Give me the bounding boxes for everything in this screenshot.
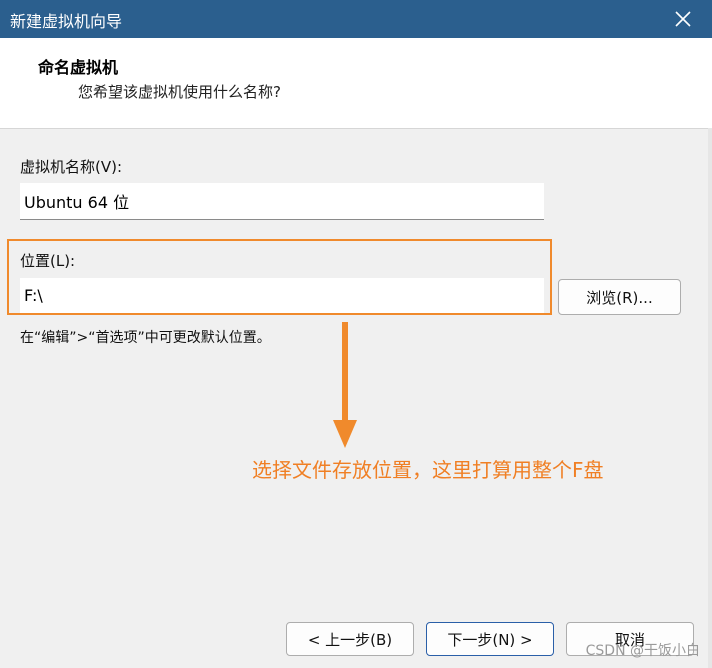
header-subtitle: 您希望该虚拟机使用什么名称?: [78, 83, 281, 101]
location-hint: 在“编辑”>“首选项”中可更改默认位置。: [20, 330, 271, 346]
location-input[interactable]: [20, 278, 544, 314]
close-icon: [675, 11, 691, 27]
close-button[interactable]: [654, 0, 712, 38]
header-title: 命名虚拟机: [38, 58, 119, 77]
wizard-header: 命名虚拟机 您希望该虚拟机使用什么名称?: [0, 38, 712, 129]
window-edge: [708, 128, 712, 668]
annotation-text: 选择文件存放位置，这里打算用整个F盘: [252, 458, 604, 482]
arrow-down-icon: [333, 322, 357, 448]
watermark: CSDN @干饭小白: [585, 643, 700, 659]
browse-button[interactable]: 浏览(R)...: [558, 279, 681, 315]
title-bar: 新建虚拟机向导: [0, 0, 712, 38]
next-button[interactable]: 下一步(N) >: [426, 622, 554, 656]
vm-name-input[interactable]: [20, 183, 544, 220]
window-title: 新建虚拟机向导: [10, 12, 123, 31]
location-label: 位置(L):: [20, 252, 76, 270]
back-button[interactable]: < 上一步(B): [286, 622, 414, 656]
vm-name-label: 虚拟机名称(V):: [20, 158, 123, 176]
